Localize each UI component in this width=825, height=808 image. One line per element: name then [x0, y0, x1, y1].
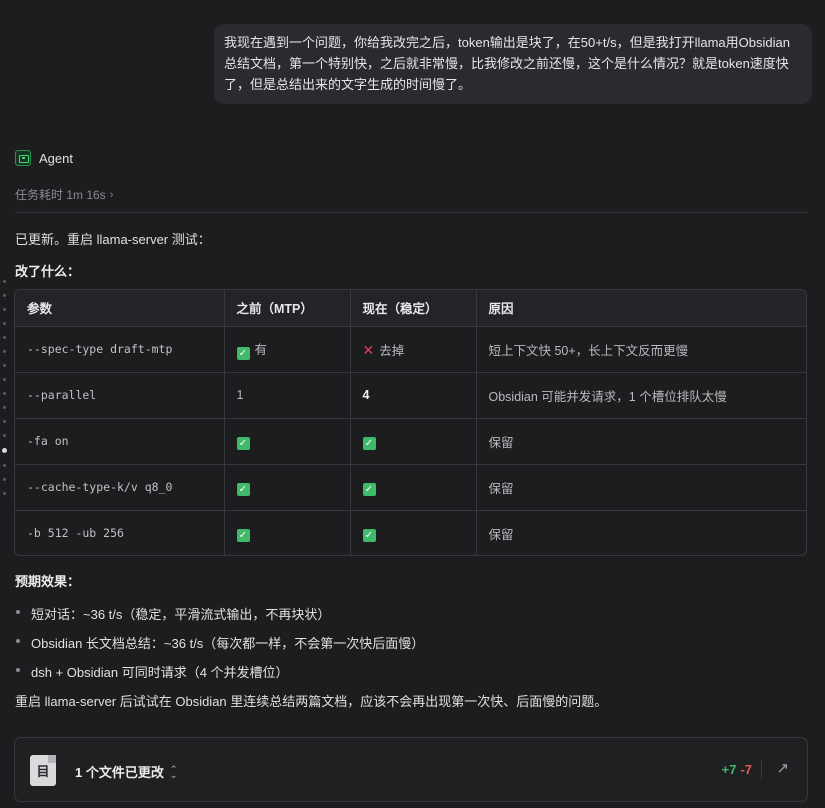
divider: [761, 759, 762, 779]
intro-text: 已更新。重启 llama-server 测试：: [15, 232, 211, 247]
changed-files-label: 1 个文件已更改: [75, 765, 164, 780]
cell-before: ✓ 有: [224, 326, 351, 373]
cell-now: ✓: [350, 464, 477, 511]
table-row: --cache-type-k/v q8_0 ✓ ✓ 保留: [15, 464, 806, 511]
cell-reason: 保留: [476, 464, 806, 511]
bullet-icon: [16, 668, 20, 672]
task-time-toggle[interactable]: 任务耗时 1m 16s ›: [15, 186, 113, 203]
changed-files-toggle[interactable]: 1 个文件已更改 ⌃ ⌄: [75, 762, 177, 781]
agent-name: Agent: [39, 150, 73, 166]
cell-before: ✓: [224, 464, 351, 511]
effects-heading: 预期效果：: [15, 574, 81, 589]
header-reason: 原因: [476, 290, 806, 327]
check-icon: ✓: [236, 482, 250, 496]
cell-before: ✓: [224, 418, 351, 465]
cell-reason: 保留: [476, 418, 806, 465]
closing-text: 重启 llama-server 后试试在 Obsidian 里连续总结两篇文档，…: [15, 694, 608, 709]
header-before: 之前（MTP）: [224, 290, 351, 327]
effects-list: 短对话：~36 t/s（稳定，平滑流式输出，不再块状） Obsidian 长文档…: [15, 604, 424, 691]
file-icon: 目: [30, 755, 56, 786]
list-item: dsh + Obsidian 可同时请求（4 个并发槽位）: [15, 662, 424, 691]
check-icon: ✓: [236, 346, 250, 360]
cell-reason: 短上下文快 50+，长上下文反而更慢: [476, 326, 806, 373]
table-row: --parallel 1 4 Obsidian 可能并发请求，1 个槽位排队太慢: [15, 372, 806, 419]
check-icon: ✓: [362, 528, 376, 542]
list-item: 短对话：~36 t/s（稳定，平滑流式输出，不再块状）: [15, 604, 424, 633]
cell-now: ✓: [350, 510, 477, 555]
cell-before: 1: [224, 372, 351, 419]
changes-heading: 改了什么：: [15, 264, 81, 279]
cell-param: -fa on: [15, 418, 225, 465]
additions-count: +7: [721, 762, 737, 777]
table-row: --spec-type draft-mtp ✓ 有 ✕ 去掉 短上下文快 50+，长…: [15, 326, 806, 373]
cell-before: ✓: [224, 510, 351, 555]
cell-param: --parallel: [15, 372, 225, 419]
changed-files-card[interactable]: 目 1 个文件已更改 ⌃ ⌄ +7 -7 ↗: [14, 737, 808, 802]
divider: [15, 212, 808, 213]
user-message: 我现在遇到一个问题，你给我改完之后，token输出是块了，在50+t/s，但是我…: [214, 24, 812, 104]
expand-collapse-icon: ⌃ ⌄: [169, 763, 178, 780]
cross-icon: ✕: [362, 341, 375, 358]
cell-now: ✓: [350, 418, 477, 465]
changes-table: 参数 之前（MTP） 现在（稳定） 原因 --spec-type draft-m…: [14, 289, 807, 556]
table-row: -b 512 -ub 256 ✓ ✓ 保留: [15, 510, 806, 555]
diff-stats: +7 -7: [722, 762, 752, 777]
list-item: Obsidian 长文档总结：~36 t/s（每次都一样，不会第一次快后面慢）: [15, 633, 424, 662]
check-icon: ✓: [362, 482, 376, 496]
deletions-count: -7: [740, 762, 752, 777]
check-icon: ✓: [236, 436, 250, 450]
cell-param: --cache-type-k/v q8_0: [15, 464, 225, 511]
bullet-icon: [16, 639, 20, 643]
scroll-indicator[interactable]: [2, 280, 7, 506]
task-time-label: 任务耗时 1m 16s: [15, 188, 106, 202]
cell-now: 4: [350, 372, 477, 419]
header-param: 参数: [15, 290, 225, 327]
header-now: 现在（稳定）: [350, 290, 477, 327]
table-header-row: 参数 之前（MTP） 现在（稳定） 原因: [15, 290, 806, 327]
chevron-right-icon: ›: [109, 188, 114, 201]
open-external-icon[interactable]: ↗: [776, 759, 789, 777]
cell-reason: Obsidian 可能并发请求，1 个槽位排队太慢: [476, 372, 806, 419]
cell-param: -b 512 -ub 256: [15, 510, 225, 555]
check-icon: ✓: [236, 528, 250, 542]
cell-reason: 保留: [488, 527, 514, 542]
agent-header: Agent: [15, 150, 73, 166]
cell-now: ✕ 去掉: [350, 326, 477, 373]
cell-param: --spec-type draft-mtp: [15, 326, 225, 373]
bullet-icon: [16, 610, 20, 614]
agent-icon: [15, 150, 31, 166]
table-row: -fa on ✓ ✓ 保留: [15, 418, 806, 465]
check-icon: ✓: [362, 436, 376, 450]
